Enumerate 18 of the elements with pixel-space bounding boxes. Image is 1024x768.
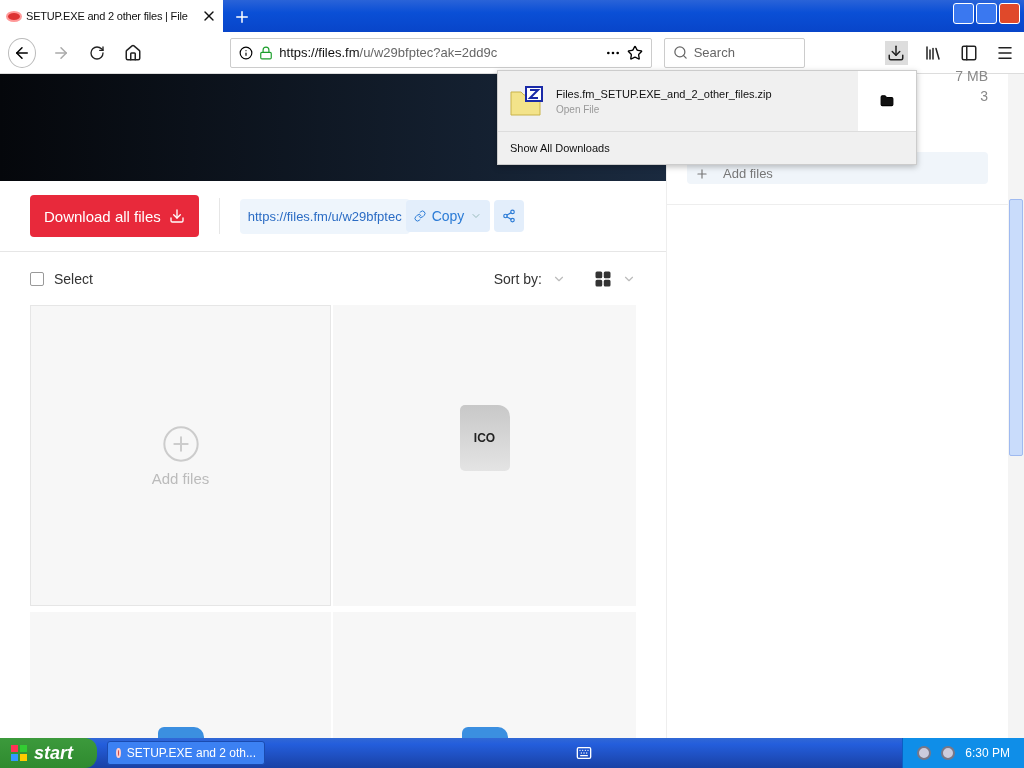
file-card[interactable]: ICO bbox=[333, 305, 636, 606]
file-count: 3 bbox=[980, 88, 988, 104]
copy-button[interactable]: Copy bbox=[405, 200, 491, 232]
select-label: Select bbox=[54, 270, 93, 287]
file-size: 7 MB bbox=[955, 68, 988, 84]
address-field[interactable]: https://files.fm/u/w29bfptec?ak=2dd9c bbox=[230, 37, 652, 68]
sort-dropdown[interactable]: Sort by: bbox=[493, 270, 542, 287]
taskbar-button[interactable]: SETUP.EXE and 2 oth... bbox=[107, 741, 265, 765]
download-filename: Files.fm_SETUP.EXE_and_2_other_files.zip bbox=[556, 87, 772, 100]
download-status: Open File bbox=[556, 103, 601, 115]
download-item[interactable]: Files.fm_SETUP.EXE_and_2_other_files.zip Open File bbox=[498, 71, 858, 131]
browser-tab[interactable]: SETUP.EXE and 2 other files | File bbox=[0, 0, 223, 32]
search-field[interactable]: Search bbox=[663, 37, 806, 68]
clock: 6:30 PM bbox=[965, 746, 1010, 760]
file-icon: ICO bbox=[459, 404, 510, 471]
download-all-button[interactable]: Download all files bbox=[30, 195, 199, 237]
share-link-field[interactable]: https://files.fm/u/w29bfptec bbox=[239, 198, 410, 234]
start-button[interactable]: start bbox=[0, 738, 97, 768]
